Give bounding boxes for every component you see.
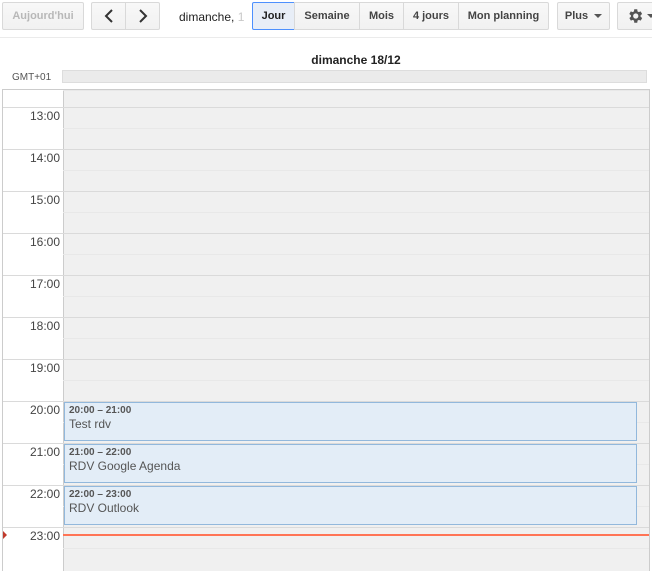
half-hour-line [63,254,649,255]
timezone-label: GMT+01 [12,72,52,83]
half-hour-line [63,128,649,129]
next-button[interactable] [125,2,160,30]
hour-label: 18:00 [29,319,60,333]
date-range-label: dimanche, 1 [179,10,245,24]
hour-label: 14:00 [29,151,60,165]
event-title: Test rdv [69,417,112,431]
view-agenda-button[interactable]: Mon planning [458,2,549,30]
view-day-button[interactable]: Jour [252,2,295,30]
hour-label: 17:00 [29,277,60,291]
event-time: 22:00 – 23:00 [69,489,132,500]
hour-line [3,149,649,150]
view-month-button[interactable]: Mois [359,2,404,30]
current-time-marker-icon [3,531,7,539]
hour-line [3,527,649,528]
hour-label: 20:00 [29,403,60,417]
view-week-button[interactable]: Semaine [294,2,360,30]
half-hour-line [63,170,649,171]
current-time-line [63,534,649,536]
view-4days-button[interactable]: 4 jours [403,2,459,30]
chevron-left-icon [104,9,113,23]
prev-button[interactable] [91,2,126,30]
day-column-header[interactable]: dimanche 18/12 [62,53,650,67]
hour-line [3,233,649,234]
event-test-rdv[interactable]: 20:00 – 21:00 Test rdv [64,402,637,441]
more-button[interactable]: Plus [557,2,610,30]
half-hour-line [63,90,649,91]
half-hour-line [63,296,649,297]
event-title: RDV Outlook [69,501,140,515]
more-label: Plus [564,10,589,22]
half-hour-line [63,212,649,213]
hour-label: 21:00 [29,445,60,459]
hour-line [3,275,649,276]
hour-line [3,107,649,108]
settings-button[interactable] [617,2,652,30]
half-hour-line [63,380,649,381]
hour-label: 16:00 [29,235,60,249]
hour-label: 22:00 [29,487,60,501]
today-button[interactable]: Aujourd'hui [2,2,84,30]
all-day-row[interactable] [62,70,647,83]
half-hour-line [63,548,649,549]
caret-down-icon [647,14,652,18]
toolbar-divider [0,37,652,38]
hour-line [3,191,649,192]
event-rdv-google-agenda[interactable]: 21:00 – 22:00 RDV Google Agenda [64,444,637,483]
hour-label: 13:00 [29,109,60,123]
hour-label: 23:00 [29,529,60,543]
gear-icon [629,9,643,23]
half-hour-line [63,338,649,339]
event-rdv-outlook[interactable]: 22:00 – 23:00 RDV Outlook [64,486,637,525]
hour-label: 15:00 [29,193,60,207]
caret-down-icon [594,14,603,18]
time-grid[interactable]: 13:00 14:00 15:00 16:00 17:00 18:00 19:0… [2,89,650,571]
hour-line [3,359,649,360]
hour-label: 19:00 [29,361,60,375]
event-time: 21:00 – 22:00 [69,447,132,458]
event-time: 20:00 – 21:00 [69,405,132,416]
hour-line [3,317,649,318]
event-title: RDV Google Agenda [69,459,181,473]
chevron-right-icon [138,9,147,23]
